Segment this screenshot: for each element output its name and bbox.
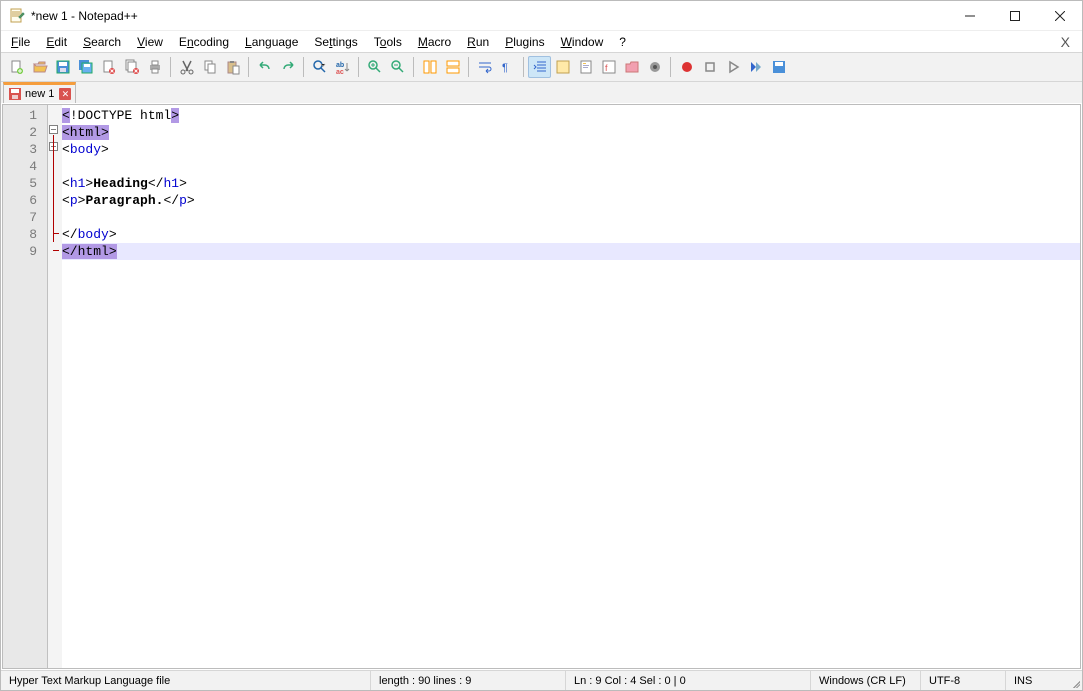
tb-undo-icon[interactable] <box>253 56 276 78</box>
window-title: *new 1 - Notepad++ <box>31 9 947 23</box>
menu-run[interactable]: Run <box>459 33 497 51</box>
status-filetype: Hyper Text Markup Language file <box>1 671 371 690</box>
tb-stop-icon[interactable] <box>698 56 721 78</box>
toolbar-separator <box>303 57 304 77</box>
menu-close-doc[interactable]: X <box>1051 34 1080 50</box>
toolbar-separator <box>670 57 671 77</box>
toolbar-separator <box>523 57 524 77</box>
status-length: length : 90 lines : 9 <box>371 671 566 690</box>
tb-cut-icon[interactable] <box>175 56 198 78</box>
tb-folder-icon[interactable] <box>620 56 643 78</box>
tb-zoomout-icon[interactable] <box>386 56 409 78</box>
maximize-button[interactable] <box>992 1 1037 30</box>
minimize-button[interactable] <box>947 1 992 30</box>
tb-playmulti-icon[interactable] <box>744 56 767 78</box>
tb-savemacro-icon[interactable] <box>767 56 790 78</box>
svg-text:¶: ¶ <box>502 62 508 74</box>
resize-grip-icon[interactable] <box>1068 671 1082 690</box>
svg-text:ab: ab <box>336 62 344 69</box>
menu-help[interactable]: ? <box>611 33 634 51</box>
tb-redo-icon[interactable] <box>276 56 299 78</box>
close-button[interactable] <box>1037 1 1082 30</box>
tb-allchars-icon[interactable]: ¶ <box>496 56 519 78</box>
tab-document[interactable]: new 1 ✕ <box>3 82 76 103</box>
menu-macro[interactable]: Macro <box>410 33 459 51</box>
tb-replace-icon[interactable]: abac <box>331 56 354 78</box>
tb-find-icon[interactable] <box>308 56 331 78</box>
menu-window[interactable]: Window <box>553 33 612 51</box>
fold-column[interactable] <box>48 105 62 668</box>
tb-record-icon[interactable] <box>675 56 698 78</box>
tb-save-icon[interactable] <box>51 56 74 78</box>
tab-unsaved-icon <box>8 87 22 101</box>
tb-funcnav-icon[interactable]: f <box>597 56 620 78</box>
menu-view[interactable]: View <box>129 33 171 51</box>
tb-play-icon[interactable] <box>721 56 744 78</box>
tb-sync-h-icon[interactable] <box>441 56 464 78</box>
toolbar-separator <box>248 57 249 77</box>
menu-edit[interactable]: Edit <box>38 33 75 51</box>
tb-print-icon[interactable] <box>143 56 166 78</box>
menu-settings[interactable]: Settings <box>306 33 365 51</box>
status-line-ending[interactable]: Windows (CR LF) <box>811 671 921 690</box>
tb-monitor-icon[interactable] <box>643 56 666 78</box>
menu-bar: File Edit Search View Encoding Language … <box>1 31 1082 53</box>
tb-close-icon[interactable] <box>97 56 120 78</box>
toolbar-separator <box>413 57 414 77</box>
editor-area[interactable]: 123456789 <!DOCTYPE html> <html> <body> … <box>2 104 1081 669</box>
menu-language[interactable]: Language <box>237 33 306 51</box>
menu-encoding[interactable]: Encoding <box>171 33 237 51</box>
code-area[interactable]: <!DOCTYPE html> <html> <body> <h1>Headin… <box>62 105 1080 668</box>
tb-open-icon[interactable] <box>28 56 51 78</box>
tb-zoomin-icon[interactable] <box>363 56 386 78</box>
tb-sync-v-icon[interactable] <box>418 56 441 78</box>
line-number-gutter: 123456789 <box>3 105 48 668</box>
tab-close-icon[interactable]: ✕ <box>59 88 71 100</box>
toolbar-separator <box>170 57 171 77</box>
tab-label: new 1 <box>25 88 54 100</box>
menu-plugins[interactable]: Plugins <box>497 33 552 51</box>
title-bar: *new 1 - Notepad++ <box>1 1 1082 31</box>
toolbar-separator <box>468 57 469 77</box>
tb-closeall-icon[interactable] <box>120 56 143 78</box>
tb-wordwrap-icon[interactable] <box>473 56 496 78</box>
menu-file[interactable]: File <box>3 33 38 51</box>
tb-saveall-icon[interactable] <box>74 56 97 78</box>
toolbar-separator <box>358 57 359 77</box>
status-insert-mode[interactable]: INS <box>1006 671 1068 690</box>
tb-udl-icon[interactable] <box>551 56 574 78</box>
menu-tools[interactable]: Tools <box>366 33 410 51</box>
status-position: Ln : 9 Col : 4 Sel : 0 | 0 <box>566 671 811 690</box>
toolbar: abac ¶ f <box>1 53 1082 81</box>
tb-indent-icon[interactable] <box>528 56 551 78</box>
window-controls <box>947 1 1082 30</box>
menu-search[interactable]: Search <box>75 33 129 51</box>
status-encoding[interactable]: UTF-8 <box>921 671 1006 690</box>
tb-docmap-icon[interactable] <box>574 56 597 78</box>
status-bar: Hyper Text Markup Language file length :… <box>1 670 1082 690</box>
svg-text:ac: ac <box>336 69 344 75</box>
tb-paste-icon[interactable] <box>221 56 244 78</box>
app-icon <box>9 8 25 24</box>
tb-new-icon[interactable] <box>5 56 28 78</box>
tb-copy-icon[interactable] <box>198 56 221 78</box>
tab-strip: new 1 ✕ <box>1 81 1082 103</box>
